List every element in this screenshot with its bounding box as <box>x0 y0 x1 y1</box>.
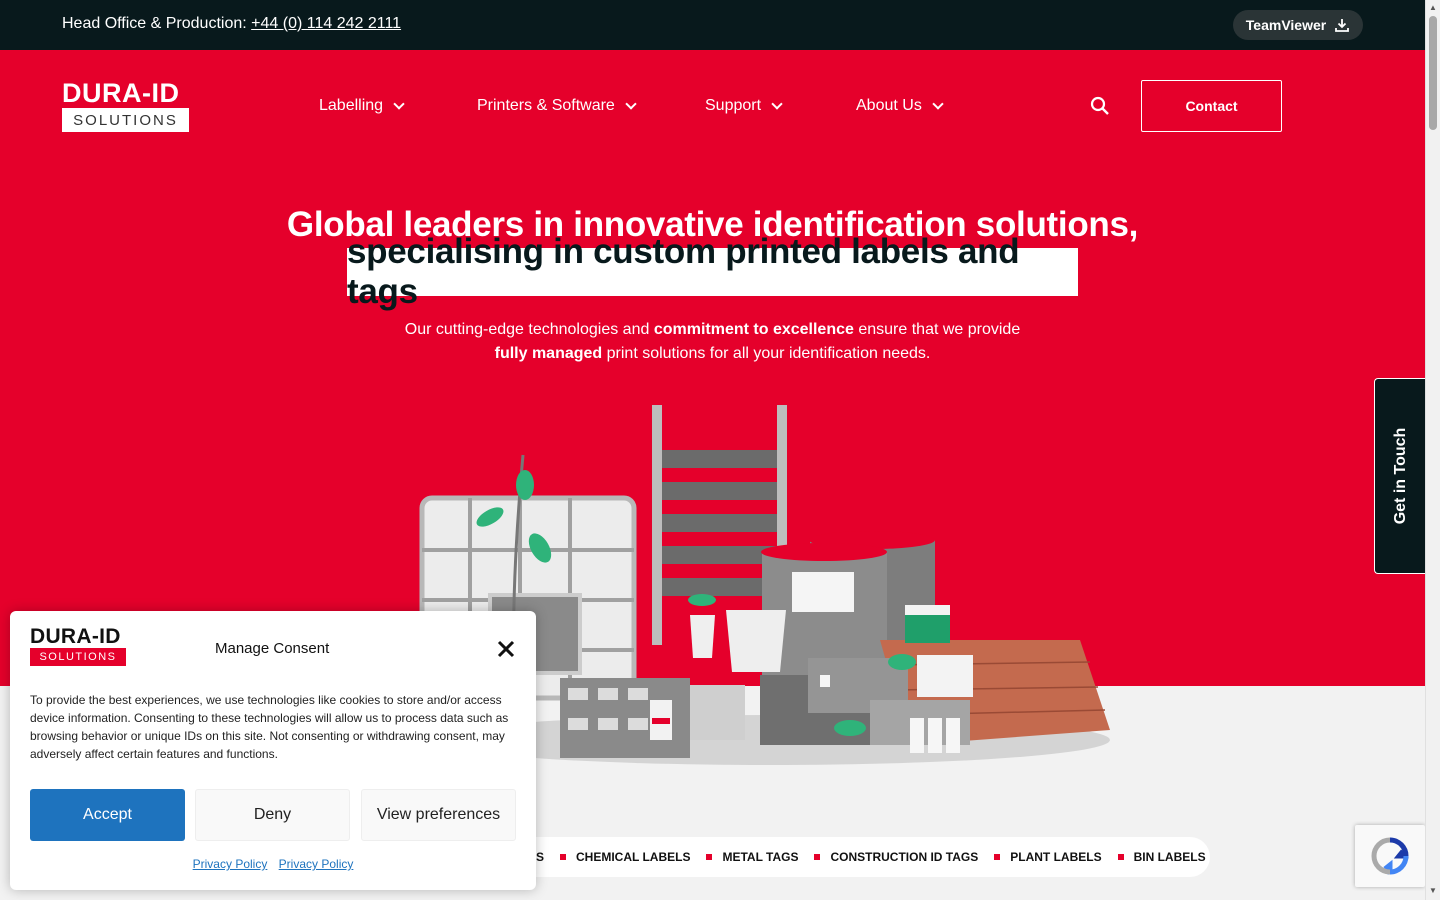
logo-line-1: DURA-ID <box>62 78 180 108</box>
scrollbar-thumb[interactable] <box>1429 16 1437 130</box>
sub-bold: fully managed <box>494 345 603 362</box>
tag-item[interactable]: METAL TAGS <box>706 850 798 864</box>
head-office-info: Head Office & Production: +44 (0) 114 24… <box>62 15 401 33</box>
nav-labelling[interactable]: Labelling <box>319 95 405 117</box>
consent-title: Manage Consent <box>215 640 330 657</box>
sub-text: print solutions for all your identificat… <box>602 345 931 362</box>
tag-item[interactable]: S <box>536 850 544 864</box>
logo-line-2: SOLUTIONS <box>30 648 126 666</box>
nav-label: Support <box>705 97 762 114</box>
nav-label: Labelling <box>319 97 384 114</box>
phone-link[interactable]: +44 (0) 114 242 2111 <box>251 15 401 32</box>
nav-about-us[interactable]: About Us <box>856 95 944 117</box>
close-icon[interactable] <box>496 639 516 659</box>
hero-headline-2-box: specialising in custom printed labels an… <box>347 232 1078 311</box>
privacy-policy-link[interactable]: Privacy Policy <box>193 857 268 871</box>
scroll-down-icon[interactable]: ▼ <box>1428 886 1438 896</box>
accept-button[interactable]: Accept <box>30 789 185 841</box>
tag-label: METAL TAGS <box>722 850 799 864</box>
bullet-square-icon <box>706 854 713 860</box>
bullet-square-icon <box>560 854 567 860</box>
sub-bold: commitment to excellence <box>653 321 854 338</box>
site-logo[interactable]: DURA-ID SOLUTIONS <box>62 79 190 132</box>
privacy-policy-link[interactable]: Privacy Policy <box>279 857 354 871</box>
bullet-square-icon <box>994 854 1001 860</box>
bullet-square-icon <box>1117 854 1124 860</box>
tag-label: CHEMICAL LABELS <box>576 850 691 864</box>
cookie-consent-dialog: DURA-ID SOLUTIONS Manage Consent To prov… <box>10 611 536 890</box>
hero-headline-2: specialising in custom printed labels an… <box>347 232 1020 311</box>
hero-subtext: Our cutting-edge technologies and commit… <box>0 318 1425 366</box>
tag-item[interactable]: PLANT LABELS <box>994 850 1102 864</box>
chevron-down-icon <box>932 98 944 110</box>
search-icon[interactable] <box>1090 96 1110 116</box>
chevron-down-icon <box>393 98 405 110</box>
tags-strip: S CHEMICAL LABELS METAL TAGS CONSTRUCTIO… <box>510 837 1210 877</box>
tag-label: BIN LABELS <box>1133 850 1206 864</box>
tag-label: PLANT LABELS <box>1010 850 1102 864</box>
tag-item[interactable]: CONSTRUCTION ID TAGS <box>814 850 978 864</box>
nav-printers-software[interactable]: Printers & Software <box>477 95 637 117</box>
nav-label: Printers & Software <box>477 97 615 114</box>
tag-label: CONSTRUCTION ID TAGS <box>830 850 979 864</box>
teamviewer-label: TeamViewer <box>1245 17 1327 33</box>
get-in-touch-tab[interactable]: Get in Touch <box>1374 378 1426 574</box>
office-label: Head Office & Production: <box>62 15 247 32</box>
chevron-down-icon <box>625 98 637 110</box>
consent-logo: DURA-ID SOLUTIONS <box>30 626 127 666</box>
teamviewer-button[interactable]: TeamViewer <box>1233 10 1363 40</box>
consent-text: To provide the best experiences, we use … <box>30 693 509 761</box>
scrollbar-track[interactable] <box>1425 0 1440 900</box>
nav-label: About Us <box>856 97 922 114</box>
scroll-up-icon[interactable]: ▲ <box>1428 3 1438 13</box>
sub-text: Our cutting-edge technologies and <box>404 321 654 338</box>
bullet-square-icon <box>814 854 821 860</box>
view-preferences-button[interactable]: View preferences <box>361 789 516 841</box>
download-icon <box>1335 19 1350 32</box>
top-bar: Head Office & Production: +44 (0) 114 24… <box>0 0 1425 50</box>
get-in-touch-label: Get in Touch <box>1391 427 1409 525</box>
logo-line-2: SOLUTIONS <box>62 108 189 132</box>
tag-label: S <box>536 850 545 864</box>
contact-button[interactable]: Contact <box>1141 80 1282 132</box>
consent-links: Privacy Policy Privacy Policy <box>10 857 536 871</box>
chevron-down-icon <box>771 98 783 110</box>
sub-text: ensure that we provide <box>853 321 1021 338</box>
logo-line-1: DURA-ID <box>30 625 121 648</box>
deny-button[interactable]: Deny <box>195 789 350 841</box>
recaptcha-icon <box>1371 837 1409 875</box>
recaptcha-badge[interactable] <box>1355 825 1425 887</box>
tag-item[interactable]: BIN LABELS <box>1117 850 1206 864</box>
tag-item[interactable]: CHEMICAL LABELS <box>560 850 690 864</box>
nav-support[interactable]: Support <box>705 95 783 117</box>
